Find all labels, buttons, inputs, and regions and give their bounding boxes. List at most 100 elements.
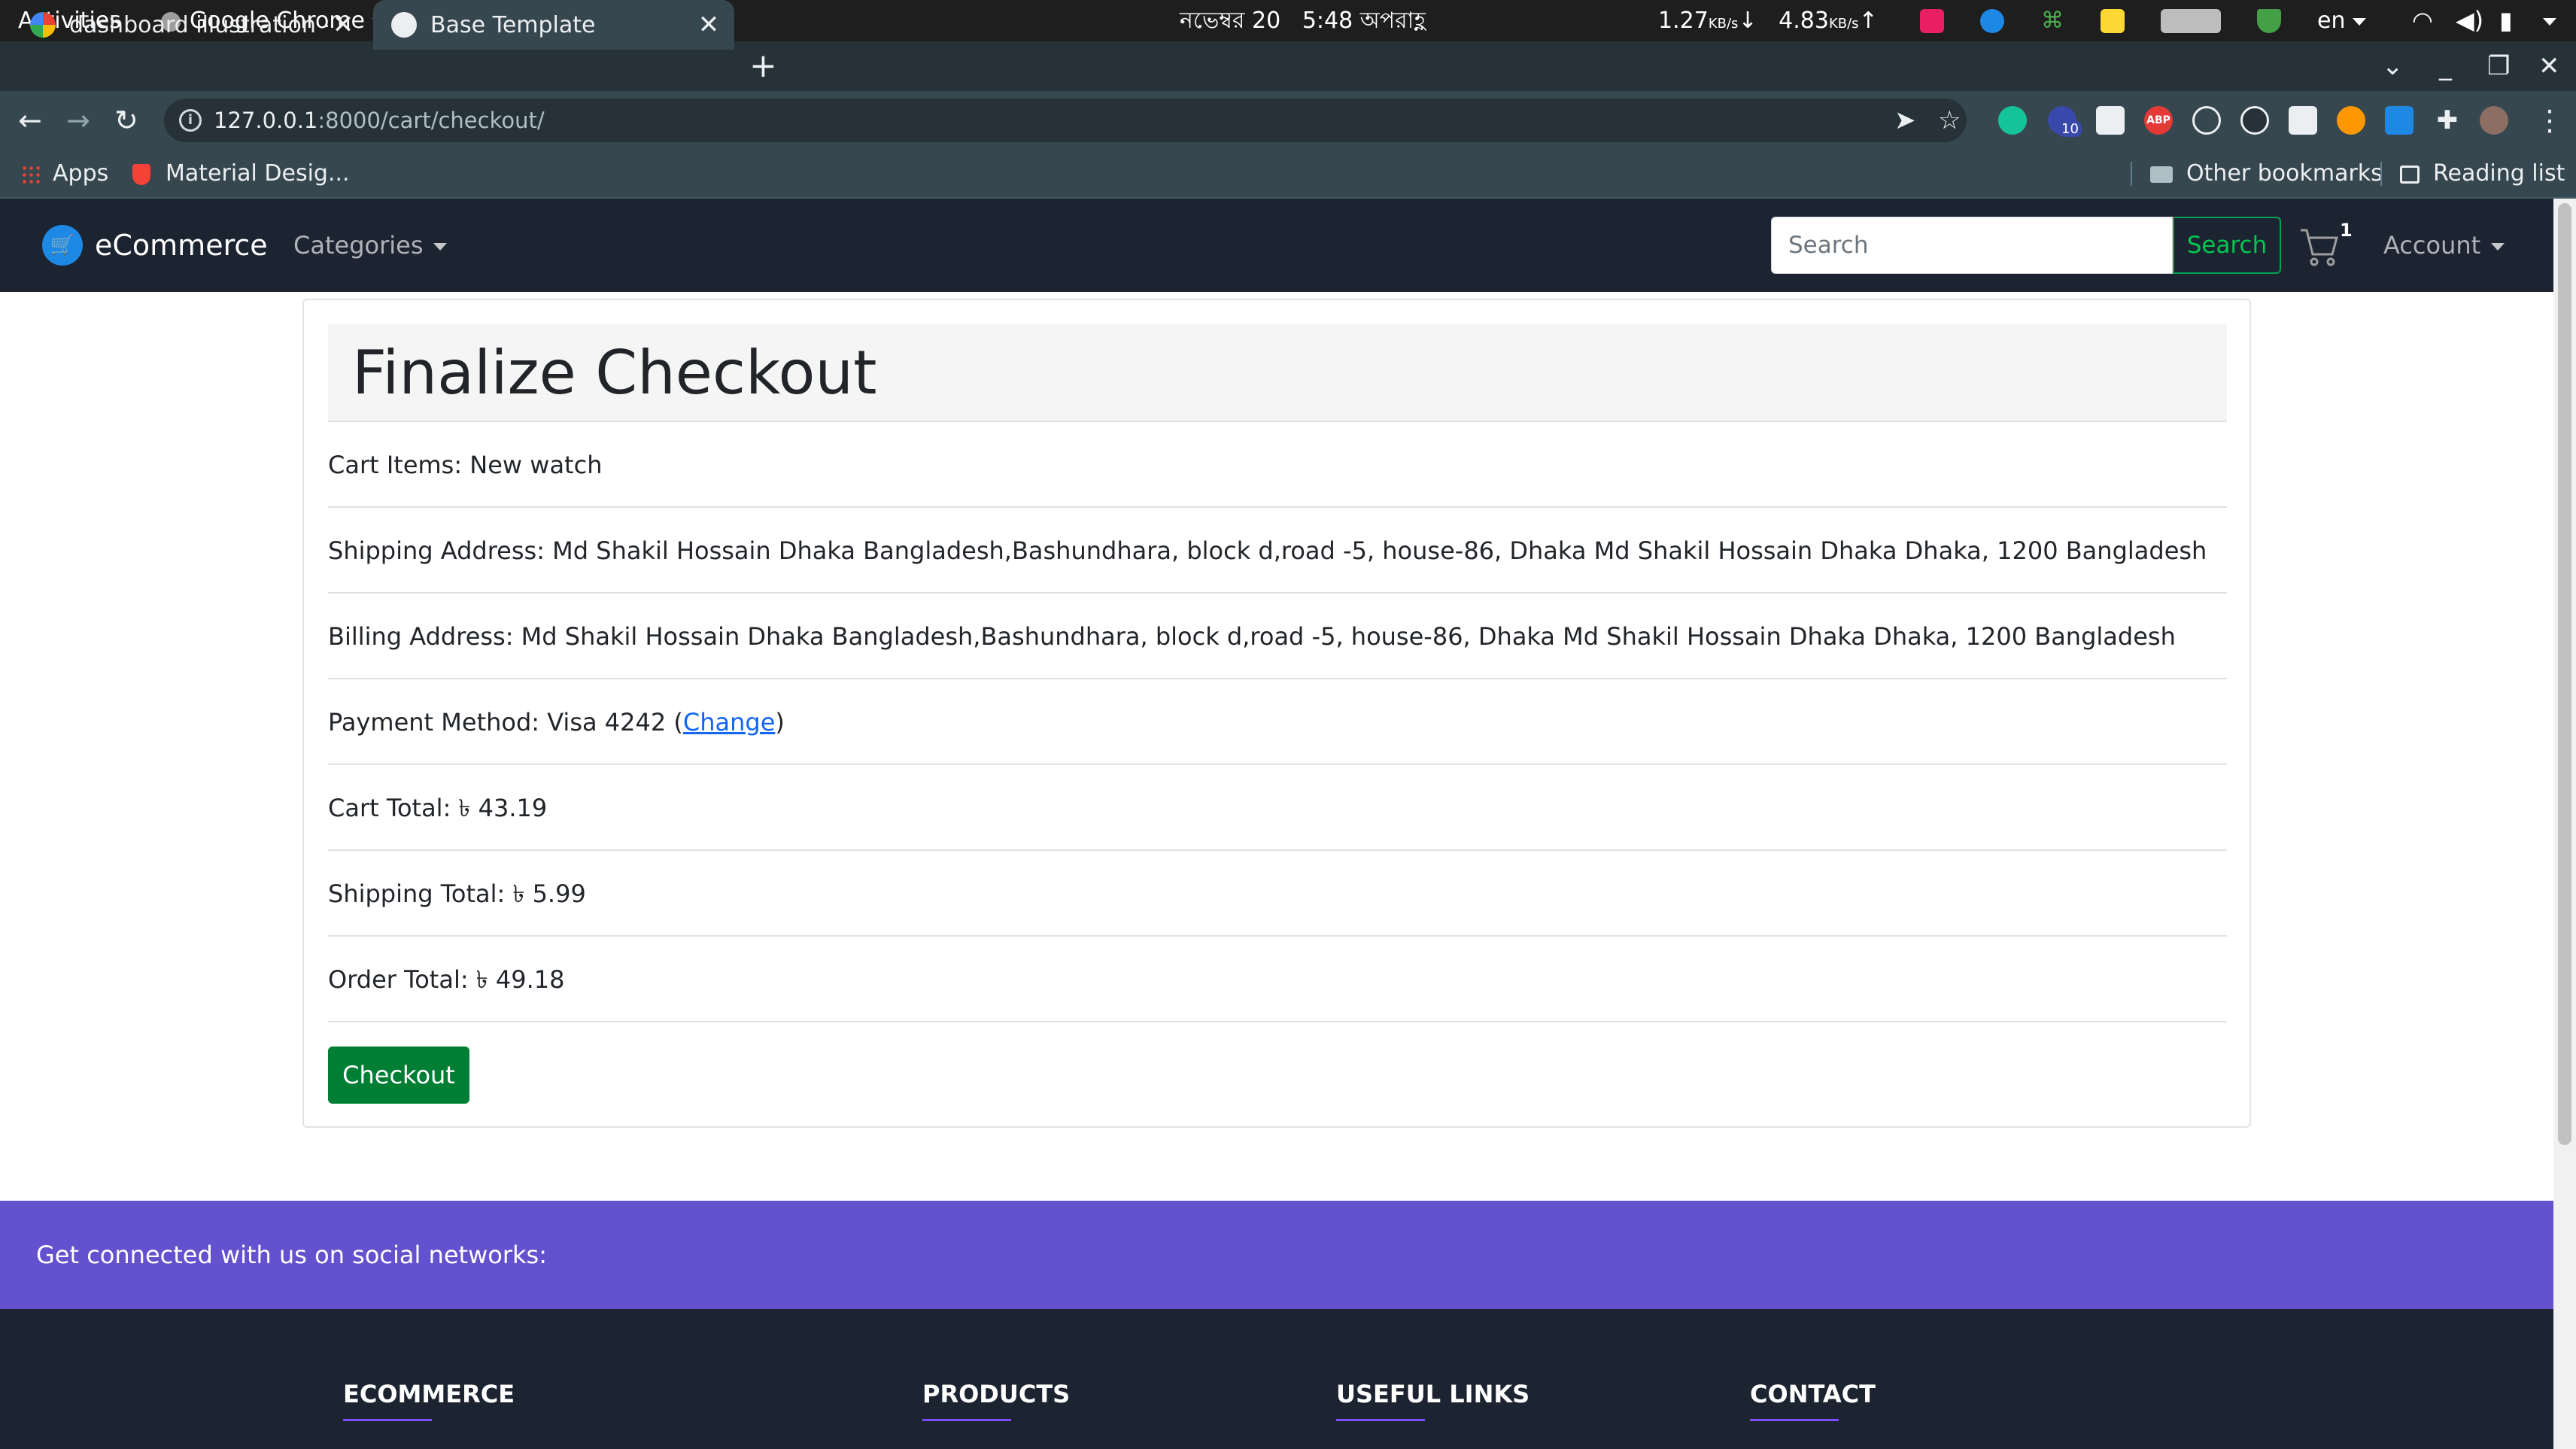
- chevron-down-icon: [2491, 243, 2505, 251]
- payment-method-row: Payment Method: Visa 4242 (Change): [328, 679, 2227, 765]
- address-bar[interactable]: i 127.0.0.1:8000/cart/checkout/ ➤ ☆: [164, 99, 1967, 142]
- tray-app-icon[interactable]: [1920, 9, 1944, 33]
- categories-dropdown[interactable]: Categories: [293, 199, 448, 292]
- reading-list[interactable]: Reading list: [2400, 150, 2565, 197]
- clock-time: 5:48 অপরাহ্ণ: [1302, 8, 1426, 34]
- back-icon[interactable]: ←: [18, 91, 42, 150]
- info-icon[interactable]: i: [179, 109, 202, 132]
- react-icon[interactable]: [2192, 106, 2221, 135]
- bookmark-separator: [2131, 162, 2132, 186]
- chevron-down-icon: [433, 243, 448, 251]
- tab-title: dashboard illustration - G: [69, 11, 328, 38]
- social-text: Get connected with us on social networks…: [36, 1241, 547, 1269]
- clock[interactable]: নভেম্বর 20 5:48 অপরাহ্ণ: [1180, 0, 1426, 41]
- checkout-card: Finalize Checkout Cart Items: New watch …: [302, 299, 2251, 1128]
- net-speed: 1.27KB/s↓ 4.83KB/s↑: [1658, 0, 1878, 41]
- teamviewer-icon[interactable]: [1980, 9, 2004, 33]
- bookmark-separator: [2380, 162, 2382, 186]
- archive-icon[interactable]: [2096, 106, 2125, 135]
- cart-items-row: Cart Items: New watch: [328, 422, 2227, 508]
- other-bookmarks-label: Other bookmarks: [2186, 160, 2383, 187]
- net-up-unit: KB/s: [1828, 16, 1859, 32]
- page-scrollbar[interactable]: [2553, 199, 2576, 1449]
- shipping-total-row: Shipping Total: ৳ 5.99: [328, 851, 2227, 937]
- payment-method-suffix: ): [775, 708, 785, 737]
- heading-underline: [922, 1419, 1011, 1421]
- reload-icon[interactable]: ↻: [114, 91, 138, 150]
- google-icon: [30, 12, 56, 38]
- site-footer: ECOMMERCE PRODUCTS USEFUL LINKS CONTACT: [0, 1309, 2553, 1449]
- footer-heading-label: CONTACT: [1750, 1380, 1876, 1408]
- tab-title: Base Template: [430, 11, 596, 38]
- bookmark-apps[interactable]: Apps: [21, 150, 108, 197]
- cart-total-row: Cart Total: ৳ 43.19: [328, 765, 2227, 851]
- apps-grid-icon: [21, 164, 41, 184]
- footer-heading-products: PRODUCTS: [922, 1380, 1071, 1421]
- star-icon[interactable]: ☆: [1938, 99, 1961, 142]
- order-total-row: Order Total: ৳ 49.18: [328, 937, 2227, 1022]
- brand-link[interactable]: eCommerce: [42, 199, 268, 292]
- reading-list-icon: [2400, 165, 2420, 184]
- battery-icon[interactable]: ▮: [2499, 0, 2513, 41]
- close-icon[interactable]: ✕: [328, 10, 358, 40]
- volume-icon[interactable]: ◀): [2456, 0, 2483, 41]
- orange-extension-icon[interactable]: [2337, 106, 2365, 135]
- arrow-up-icon: ↑: [1858, 8, 1878, 34]
- search-button[interactable]: Search: [2173, 217, 2281, 274]
- language-label: en: [2317, 8, 2346, 34]
- more-menu-icon[interactable]: ⋮: [2535, 91, 2564, 150]
- cart-icon: [2301, 229, 2338, 266]
- wordpress-icon[interactable]: [2240, 106, 2269, 135]
- forward-icon[interactable]: →: [66, 91, 90, 150]
- tab-search-icon[interactable]: ⌄: [2382, 41, 2404, 91]
- change-payment-link[interactable]: Change: [683, 708, 776, 737]
- avatar[interactable]: [2480, 106, 2508, 135]
- shipping-address-row: Shipping Address: Md Shakil Hossain Dhak…: [328, 508, 2227, 594]
- cart-button[interactable]: 1: [2298, 218, 2353, 271]
- wifi-icon[interactable]: ◠: [2412, 0, 2433, 41]
- url-text[interactable]: 127.0.0.1:8000/cart/checkout/: [214, 99, 545, 142]
- url-path: :8000/cart/checkout/: [317, 108, 545, 133]
- tray-clover-icon[interactable]: ⌘: [2040, 9, 2064, 33]
- window-icon[interactable]: [2289, 106, 2317, 135]
- heading-underline: [1750, 1419, 1839, 1421]
- notes-icon[interactable]: [2101, 9, 2125, 33]
- footer-heading-contact: CONTACT: [1750, 1380, 1876, 1421]
- billing-address-row: Billing Address: Md Shakil Hossain Dhaka…: [328, 594, 2227, 679]
- search-input[interactable]: [1771, 217, 2173, 274]
- social-bar: Get connected with us on social networks…: [0, 1201, 2553, 1309]
- globe-icon: [391, 12, 417, 38]
- translate-icon[interactable]: [2385, 106, 2413, 135]
- checkout-button[interactable]: Checkout: [328, 1046, 469, 1104]
- adblock-icon[interactable]: ABP: [2144, 106, 2173, 135]
- account-dropdown[interactable]: Account: [2383, 199, 2505, 292]
- chevron-down-icon: [2543, 17, 2556, 26]
- puzzle-icon[interactable]: ✚: [2433, 106, 2462, 135]
- system-monitor-icon[interactable]: [2161, 9, 2221, 33]
- scrollbar-thumb[interactable]: [2558, 203, 2571, 1145]
- tab-dashboard-illustration[interactable]: dashboard illustration - G ✕: [0, 0, 369, 50]
- net-up-value: 4.83: [1779, 8, 1829, 34]
- tab-base-template[interactable]: Base Template ✕: [373, 0, 734, 50]
- site-navbar: eCommerce Categories Search 1 Account: [0, 199, 2553, 292]
- net-down-value: 1.27: [1658, 8, 1709, 34]
- footer-heading-label: USEFUL LINKS: [1336, 1380, 1530, 1408]
- payment-method-text: Payment Method: Visa 4242 (: [328, 708, 683, 737]
- shield-icon[interactable]: [2257, 9, 2281, 33]
- minimize-icon[interactable]: _: [2439, 41, 2452, 91]
- page-title: Finalize Checkout: [352, 338, 877, 408]
- system-menu[interactable]: [2535, 0, 2556, 41]
- bookmark-material-design[interactable]: Material Desig...: [132, 150, 350, 197]
- cart-count-badge: 1: [2340, 220, 2353, 241]
- new-tab-button[interactable]: +: [749, 41, 777, 91]
- browser-toolbar: ← → ↻ i 127.0.0.1:8000/cart/checkout/ ➤ …: [0, 91, 2576, 150]
- grammarly-icon[interactable]: [1998, 106, 2027, 135]
- bookmark-label: Apps: [53, 160, 109, 187]
- footer-heading-label: PRODUCTS: [922, 1380, 1071, 1408]
- close-icon[interactable]: ✕: [694, 10, 724, 40]
- language-menu[interactable]: en: [2317, 0, 2367, 41]
- close-window-icon[interactable]: ✕: [2538, 41, 2560, 91]
- restore-icon[interactable]: ❐: [2487, 41, 2510, 91]
- send-icon[interactable]: ➤: [1894, 99, 1916, 142]
- other-bookmarks[interactable]: Other bookmarks: [2150, 150, 2383, 197]
